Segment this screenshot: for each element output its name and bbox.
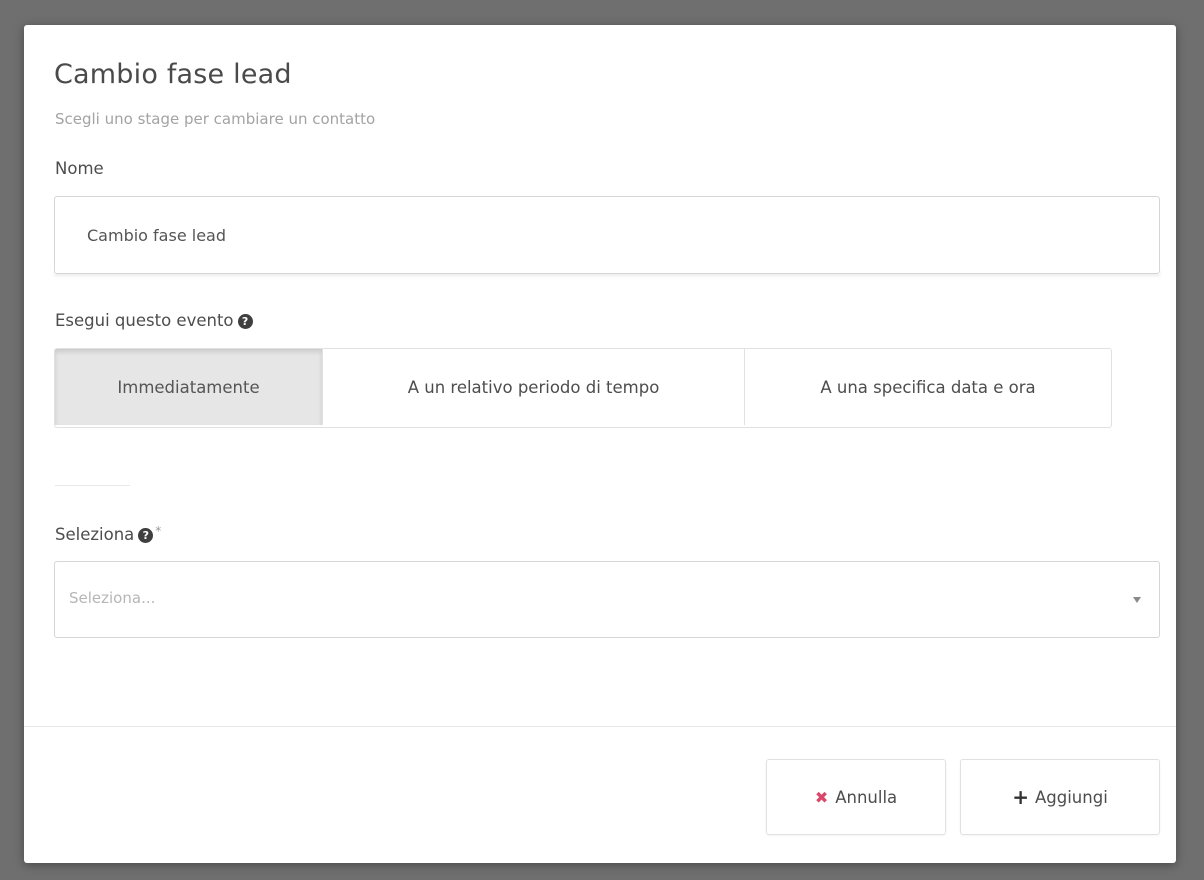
add-button[interactable]: + Aggiungi bbox=[960, 759, 1160, 835]
times-icon: ✖ bbox=[814, 787, 829, 807]
footer-divider bbox=[24, 726, 1176, 727]
modal-dialog: Cambio fase lead Scegli uno stage per ca… bbox=[24, 25, 1176, 863]
select-placeholder: Seleziona... bbox=[69, 589, 156, 607]
question-circle-icon[interactable]: ? bbox=[237, 314, 253, 329]
name-input[interactable] bbox=[54, 196, 1160, 274]
required-marker: * bbox=[155, 524, 162, 538]
cancel-label: Annulla bbox=[835, 787, 898, 807]
stage-select[interactable]: Seleziona... bbox=[54, 561, 1160, 638]
question-circle-icon[interactable]: ? bbox=[138, 528, 154, 543]
add-label: Aggiungi bbox=[1034, 787, 1108, 807]
dialog-subtitle: Scegli uno stage per cambiare un contatt… bbox=[55, 110, 376, 128]
section-divider bbox=[55, 485, 130, 486]
dialog-title: Cambio fase lead bbox=[54, 59, 292, 90]
trigger-label-row: Esegui questo evento? bbox=[55, 311, 253, 330]
name-label: Nome bbox=[55, 159, 104, 178]
cancel-button[interactable]: ✖ Annulla bbox=[766, 759, 946, 835]
plus-icon: + bbox=[1012, 785, 1029, 809]
trigger-button-group: Immediatamente A un relativo periodo di … bbox=[54, 348, 1112, 428]
select-label: Seleziona bbox=[55, 525, 135, 544]
trigger-label: Esegui questo evento bbox=[55, 311, 234, 330]
trigger-option-relative-time[interactable]: A un relativo periodo di tempo bbox=[323, 349, 745, 425]
select-label-row: Seleziona? * bbox=[55, 524, 161, 544]
trigger-option-immediately[interactable]: Immediatamente bbox=[55, 349, 323, 425]
trigger-option-specific-date[interactable]: A una specifica data e ora bbox=[745, 349, 1111, 425]
caret-down-icon bbox=[1133, 597, 1141, 603]
